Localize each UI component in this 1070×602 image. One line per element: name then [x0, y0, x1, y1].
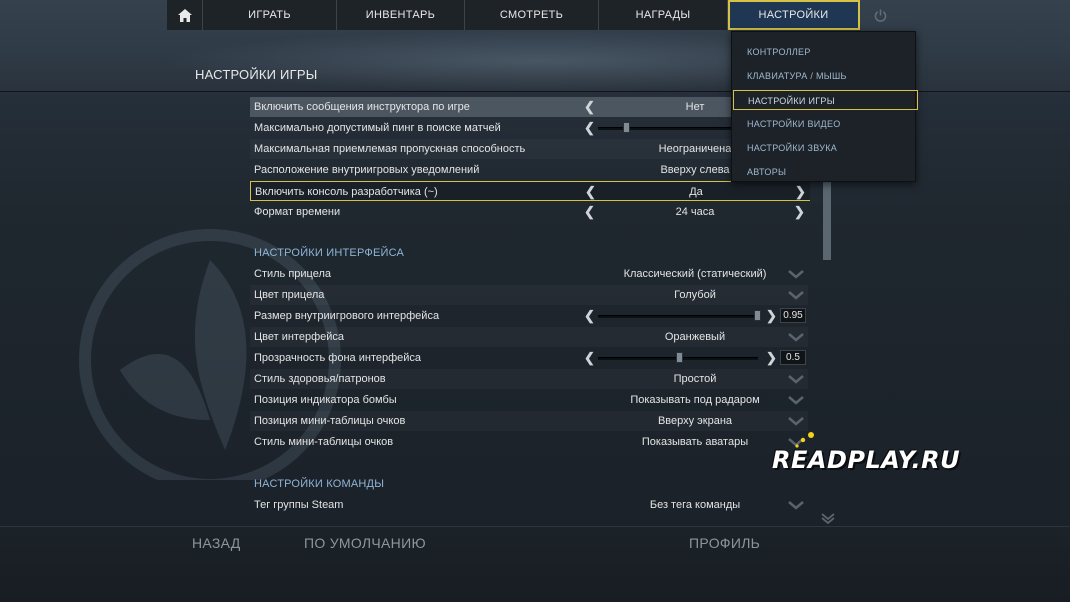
chevron-down-icon[interactable] — [788, 415, 804, 427]
setting-value: Без тега команды — [649, 499, 741, 511]
arrow-left-icon[interactable]: ❮ — [584, 120, 595, 136]
setting-label: Включить консоль разработчика (~) — [255, 186, 438, 198]
setting-label: Включить сообщения инструктора по игре — [254, 101, 470, 113]
setting-label: Максимально допустимый пинг в поиске мат… — [254, 122, 501, 134]
arrow-left-icon[interactable]: ❮ — [584, 99, 595, 115]
setting-value: Простой — [673, 373, 717, 385]
setting-value: Да — [689, 186, 703, 198]
setting-row-bandwidth[interactable]: Максимальная приемлемая пропускная спосо… — [250, 139, 808, 159]
setting-value: 24 часа — [675, 206, 715, 218]
setting-label: Размер внутриигрового интерфейса — [254, 310, 440, 322]
arrow-left-icon[interactable]: ❮ — [584, 350, 595, 366]
settings-panel: Включить сообщения инструктора по игре ❮… — [250, 95, 810, 521]
slider-handle[interactable] — [754, 310, 761, 321]
value-box[interactable]: 0.5 — [780, 350, 806, 365]
profile-button[interactable]: ПРОФИЛЬ — [689, 535, 760, 551]
setting-label: Максимальная приемлемая пропускная спосо… — [254, 143, 526, 155]
setting-label: Цвет прицела — [254, 289, 325, 301]
value-box[interactable]: 0.95 — [780, 308, 806, 323]
site-watermark: READPLAY.RU — [772, 446, 961, 474]
scrollbar-thumb[interactable] — [823, 175, 831, 260]
setting-value: Оранжевый — [664, 331, 726, 343]
menu-item-audio-settings[interactable]: НАСТРОЙКИ ЗВУКА — [732, 138, 917, 158]
setting-row-max-ping[interactable]: Максимально допустимый пинг в поиске мат… — [250, 118, 808, 138]
menu-item-credits[interactable]: АВТОРЫ — [732, 162, 917, 182]
nav-home-button[interactable] — [167, 0, 203, 30]
nav-rewards[interactable]: НАГРАДЫ — [599, 0, 728, 30]
top-navigation: ИГРАТЬ ИНВЕНТАРЬ СМОТРЕТЬ НАГРАДЫ НАСТРО… — [167, 0, 900, 30]
slider-track[interactable] — [598, 315, 758, 318]
arrow-left-icon[interactable]: ❮ — [584, 308, 595, 324]
setting-label: Стиль здоровья/патронов — [254, 373, 386, 385]
arrow-right-icon[interactable]: ❯ — [794, 204, 805, 220]
setting-value: Вверху экрана — [657, 415, 733, 427]
chevron-down-icon[interactable] — [788, 289, 804, 301]
chevron-down-icon[interactable] — [788, 331, 804, 343]
arrow-left-icon[interactable]: ❮ — [584, 204, 595, 220]
chevron-down-icon[interactable] — [788, 499, 804, 511]
setting-row-steam-tag[interactable]: Тег группы Steam Без тега команды — [250, 495, 808, 515]
nav-inventory[interactable]: ИНВЕНТАРЬ — [337, 0, 465, 30]
setting-row-hud-scale[interactable]: Размер внутриигрового интерфейса ❮ ❯ 0.9… — [250, 306, 808, 326]
setting-value: Классический (статический) — [623, 268, 767, 280]
slider-handle[interactable] — [623, 122, 630, 133]
setting-row-hud-alpha[interactable]: Прозрачность фона интерфейса ❮ ❯ 0.5 — [250, 348, 808, 368]
slider-handle[interactable] — [676, 352, 683, 363]
power-button[interactable] — [860, 0, 900, 30]
setting-row-time-format[interactable]: Формат времени ❮ 24 часа ❯ — [250, 202, 808, 222]
menu-item-keyboard-mouse[interactable]: КЛАВИАТУРА / МЫШЬ — [732, 66, 917, 86]
scroll-down-icon[interactable] — [820, 512, 836, 524]
page-title: НАСТРОЙКИ ИГРЫ — [195, 67, 318, 82]
setting-label: Тег группы Steam — [254, 499, 344, 511]
chevron-down-icon[interactable] — [788, 268, 804, 280]
setting-label: Позиция мини-таблицы очков — [254, 415, 406, 427]
arrow-left-icon[interactable]: ❮ — [585, 184, 596, 200]
setting-row-health-style[interactable]: Стиль здоровья/патронов Простой — [250, 369, 808, 389]
nav-settings[interactable]: НАСТРОЙКИ — [728, 0, 860, 30]
setting-row-bomb-indicator[interactable]: Позиция индикатора бомбы Показывать под … — [250, 390, 808, 410]
menu-item-controller[interactable]: КОНТРОЛЛЕР — [732, 42, 917, 62]
home-icon — [177, 8, 192, 22]
setting-value: Показывать аватары — [641, 436, 749, 448]
arrow-right-icon[interactable]: ❯ — [766, 308, 777, 324]
setting-label: Цвет интерфейса — [254, 331, 345, 343]
defaults-button[interactable]: ПО УМОЛЧАНИЮ — [304, 535, 426, 551]
group-title-interface: НАСТРОЙКИ ИНТЕРФЕЙСА — [254, 247, 405, 259]
setting-label: Расположение внутриигровых уведомлений — [254, 164, 480, 176]
settings-screen: ИГРАТЬ ИНВЕНТАРЬ СМОТРЕТЬ НАГРАДЫ НАСТРО… — [0, 0, 1070, 602]
back-button[interactable]: НАЗАД — [192, 535, 241, 551]
chevron-down-icon[interactable] — [788, 394, 804, 406]
setting-row-crosshair-style[interactable]: Стиль прицела Классический (статический) — [250, 264, 808, 284]
group-title-team: НАСТРОЙКИ КОМАНДЫ — [254, 478, 385, 490]
footer-bar — [0, 526, 1070, 602]
menu-item-video-settings[interactable]: НАСТРОЙКИ ВИДЕО — [732, 114, 917, 134]
setting-label: Позиция индикатора бомбы — [254, 394, 397, 406]
setting-row-scoreboard-style[interactable]: Стиль мини-таблицы очков Показывать ават… — [250, 432, 808, 452]
nav-play[interactable]: ИГРАТЬ — [203, 0, 337, 30]
setting-label: Стиль прицела — [254, 268, 332, 280]
chevron-down-icon[interactable] — [788, 373, 804, 385]
setting-label: Прозрачность фона интерфейса — [254, 352, 422, 364]
arrow-right-icon[interactable]: ❯ — [766, 350, 777, 366]
setting-row-instructor[interactable]: Включить сообщения инструктора по игре ❮… — [250, 97, 808, 117]
setting-value: Показывать под радаром — [630, 394, 760, 406]
settings-dropdown-menu: КОНТРОЛЛЕР КЛАВИАТУРА / МЫШЬ НАСТРОЙКИ И… — [731, 31, 918, 182]
setting-row-notifications[interactable]: Расположение внутриигровых уведомлений В… — [250, 160, 808, 180]
setting-value: Голубой — [674, 289, 716, 301]
menu-item-game-settings[interactable]: НАСТРОЙКИ ИГРЫ — [733, 90, 918, 110]
setting-label: Стиль мини-таблицы очков — [254, 436, 394, 448]
setting-row-crosshair-color[interactable]: Цвет прицела Голубой — [250, 285, 808, 305]
setting-row-scoreboard-position[interactable]: Позиция мини-таблицы очков Вверху экрана — [250, 411, 808, 431]
power-icon — [874, 8, 886, 22]
nav-watch[interactable]: СМОТРЕТЬ — [465, 0, 599, 30]
setting-row-console[interactable]: Включить консоль разработчика (~) ❮ Да ❯ — [250, 181, 810, 201]
setting-row-hud-color[interactable]: Цвет интерфейса Оранжевый — [250, 327, 808, 347]
setting-label: Формат времени — [254, 206, 341, 218]
arrow-right-icon[interactable]: ❯ — [795, 184, 806, 200]
